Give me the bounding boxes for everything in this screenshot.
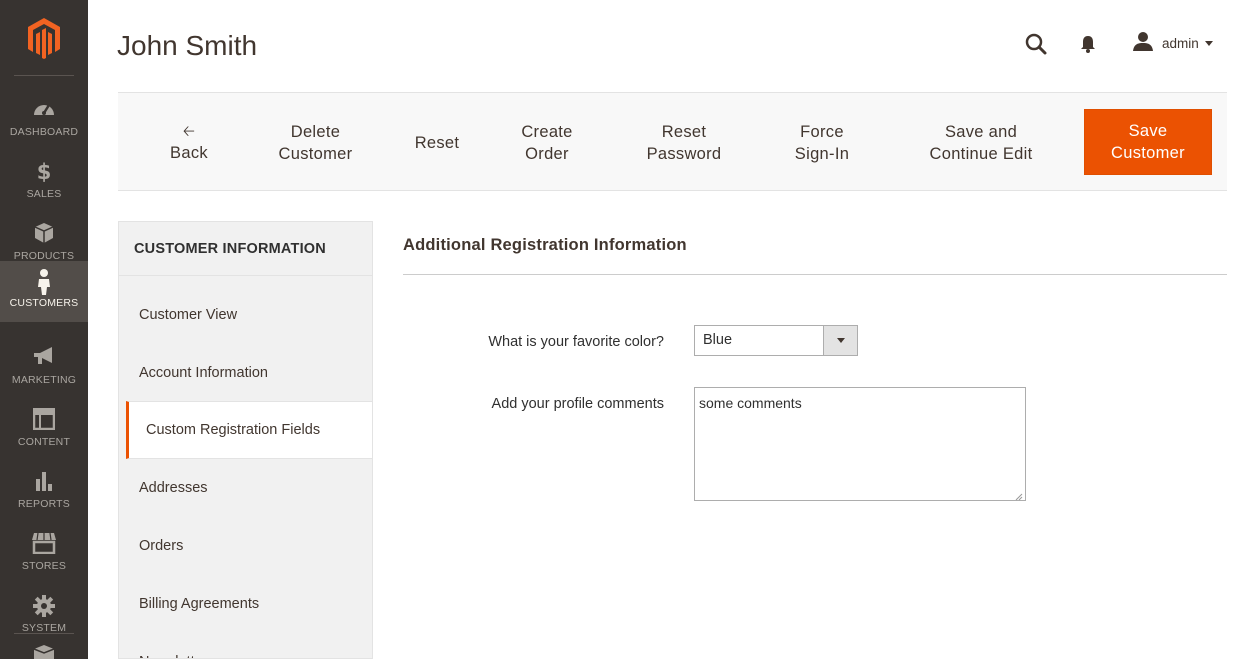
svg-text:$: $ xyxy=(37,160,52,182)
delete-customer-button[interactable]: Delete Customer xyxy=(258,93,373,192)
resize-handle-icon[interactable] xyxy=(1013,488,1023,501)
save-and-continue-button[interactable]: Save and Continue Edit xyxy=(911,93,1051,192)
menu-divider xyxy=(14,75,74,76)
chevron-down-icon xyxy=(1204,40,1213,46)
store-icon xyxy=(0,532,88,556)
favorite-color-label: What is your favorite color? xyxy=(488,334,664,350)
dashboard-icon xyxy=(0,98,88,122)
chevron-down-icon xyxy=(823,326,857,355)
profile-comments-textarea[interactable]: some comments xyxy=(694,387,1026,501)
gear-icon xyxy=(0,594,88,618)
menu-item-sales[interactable]: $ SALES xyxy=(0,146,88,208)
tab-customer-view[interactable]: Customer View xyxy=(119,286,372,344)
force-sign-in-button[interactable]: Force Sign-In xyxy=(778,93,866,192)
reset-password-button[interactable]: Reset Password xyxy=(629,93,739,192)
tab-newsletter[interactable]: Newsletter xyxy=(119,633,372,658)
admin-menu: DASHBOARD $ SALES PRODUCTS CUSTOMERS MAR… xyxy=(0,0,88,659)
arrow-left-icon: 🡠 xyxy=(182,122,196,140)
section-title: Additional Registration Information xyxy=(403,236,687,254)
tab-billing-agreements[interactable]: Billing Agreements xyxy=(119,575,372,633)
menu-item-label: DASHBOARD xyxy=(9,126,79,138)
menu-item-content[interactable]: CONTENT xyxy=(0,394,88,456)
user-icon xyxy=(1132,31,1154,56)
tab-account-information[interactable]: Account Information xyxy=(119,344,372,402)
page-title: John Smith xyxy=(117,30,258,61)
person-icon xyxy=(0,269,88,295)
page-actions-toolbar: 🡠 Back Delete Customer Reset Create Orde… xyxy=(118,92,1227,191)
reset-button[interactable]: Reset xyxy=(403,93,471,192)
layout-icon xyxy=(0,408,88,432)
save-customer-button[interactable]: Save Customer xyxy=(1084,109,1212,175)
tab-orders[interactable]: Orders xyxy=(119,517,372,575)
menu-item-marketing[interactable]: MARKETING xyxy=(0,332,88,394)
menu-divider xyxy=(14,633,74,634)
menu-item-customers[interactable]: CUSTOMERS xyxy=(0,261,88,322)
save-customer-label: Save Customer xyxy=(1111,122,1185,162)
profile-comments-label: Add your profile comments xyxy=(491,396,664,412)
back-button-label: Back xyxy=(170,143,208,162)
search-icon[interactable] xyxy=(1024,32,1048,56)
menu-item-label: SALES xyxy=(26,188,62,200)
tab-addresses[interactable]: Addresses xyxy=(119,459,372,517)
find-partners-icon[interactable] xyxy=(33,644,55,659)
back-button[interactable]: 🡠 Back xyxy=(158,93,220,192)
customer-tabs: CUSTOMER INFORMATION Customer View Accou… xyxy=(118,221,373,659)
create-order-button[interactable]: Create Order xyxy=(503,93,591,192)
favorite-color-value: Blue xyxy=(703,332,733,348)
username: admin xyxy=(1162,35,1199,51)
tabs-title: CUSTOMER INFORMATION xyxy=(119,222,372,276)
tab-custom-registration-fields[interactable]: Custom Registration Fields xyxy=(126,401,372,459)
box-icon xyxy=(0,222,88,246)
menu-item-reports[interactable]: REPORTS xyxy=(0,456,88,518)
menu-item-label: CUSTOMERS xyxy=(9,297,79,309)
section-divider xyxy=(403,274,1227,275)
menu-item-label: CONTENT xyxy=(17,436,71,448)
menu-item-label: MARKETING xyxy=(11,374,77,386)
menu-item-label: REPORTS xyxy=(18,498,70,510)
bar-chart-icon xyxy=(0,470,88,494)
favorite-color-select[interactable]: Blue xyxy=(694,325,858,356)
menu-item-label: STORES xyxy=(21,560,67,572)
megaphone-icon xyxy=(0,346,88,370)
bell-icon[interactable] xyxy=(1078,34,1098,54)
menu-item-dashboard[interactable]: DASHBOARD xyxy=(0,84,88,146)
dollar-icon: $ xyxy=(0,160,88,184)
menu-item-stores[interactable]: STORES xyxy=(0,518,88,580)
account-menu[interactable]: admin xyxy=(1132,31,1213,55)
magento-logo[interactable] xyxy=(0,0,88,75)
